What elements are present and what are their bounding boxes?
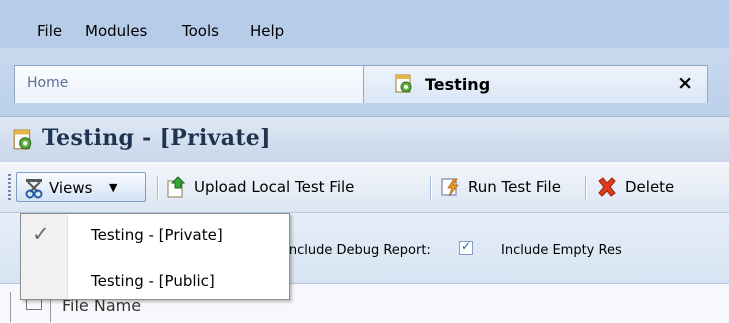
toolbar-grip[interactable] [8,174,11,202]
dropdown-item-private[interactable]: ✓ Testing - [Private] [21,217,289,255]
tab-home-label: Home [27,75,69,91]
menu-modules[interactable]: Modules [85,22,147,40]
toolbar-separator [157,176,159,200]
debug-report-checkbox[interactable] [459,239,473,255]
toolbar: Views ▼ Upload Local Test File Run Test … [0,162,729,213]
run-icon [441,178,459,197]
column-divider [10,292,11,322]
tab-home[interactable]: Home [14,65,364,103]
run-button[interactable]: Run Test File [440,172,585,202]
toolbar-separator [585,176,587,200]
page-title-bar: Testing - [Private] [0,116,729,163]
check-icon: ✓ [32,222,50,246]
menu-bar: File Modules Tools Help [0,0,729,48]
delete-label: Delete [625,178,675,196]
upload-button[interactable]: Upload Local Test File [166,172,354,202]
gear-document-icon [13,129,32,150]
empty-results-label: Include Empty Res [501,243,622,258]
tab-strip: Home Testing × [0,48,729,116]
views-button[interactable]: Views ▼ [16,172,146,202]
dropdown-item-label: Testing - [Public] [91,272,215,290]
menu-help[interactable]: Help [250,22,284,40]
tab-testing[interactable]: Testing × [363,65,708,103]
upload-icon [167,176,186,198]
menu-file[interactable]: File [37,22,62,40]
toolbar-separator [430,176,432,200]
run-label: Run Test File [468,178,561,196]
close-icon[interactable]: × [677,72,693,94]
page-title: Testing - [Private] [42,125,271,151]
dropdown-item-label: Testing - [Private] [91,226,223,244]
gear-document-icon [395,74,412,93]
tab-testing-label: Testing [425,75,491,94]
debug-report-label: Include Debug Report: [285,243,431,258]
chevron-down-icon: ▼ [109,181,118,194]
delete-icon [598,177,616,197]
upload-label: Upload Local Test File [194,178,355,196]
views-binoculars-icon [25,179,43,199]
views-label: Views [49,179,93,197]
dropdown-item-public[interactable]: Testing - [Public] [21,263,289,301]
views-dropdown-menu: ✓ Testing - [Private] Testing - [Public] [20,213,290,300]
delete-button[interactable]: Delete [596,172,729,202]
menu-tools[interactable]: Tools [182,22,219,40]
